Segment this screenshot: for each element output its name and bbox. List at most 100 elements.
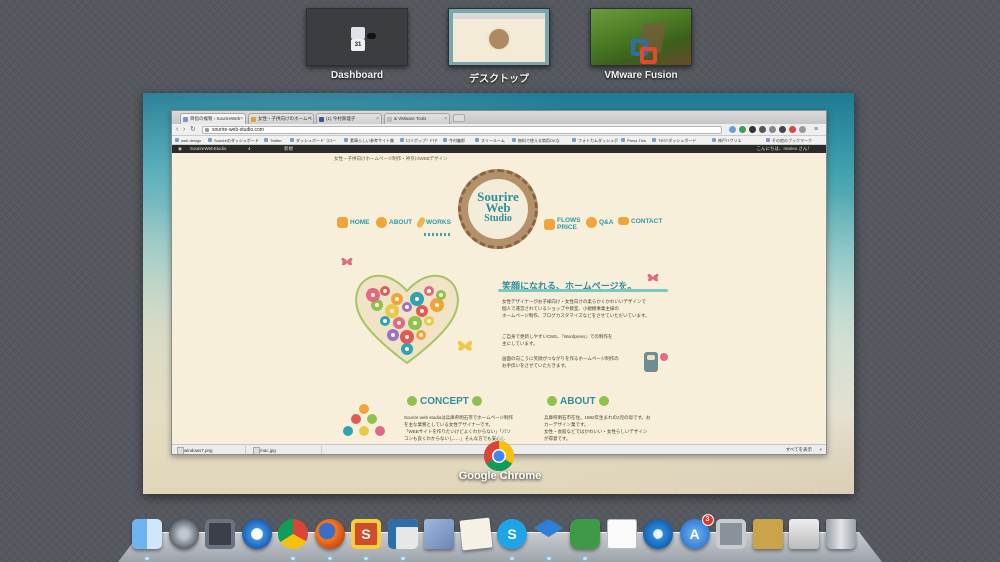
bookmark-item[interactable]: web design — [175, 136, 201, 144]
nav-works[interactable]: WORKS — [415, 216, 451, 229]
bookmark-item[interactable]: Press This — [621, 136, 646, 144]
itunes-icon[interactable]: ♪ — [641, 517, 675, 551]
show-all-downloads-link[interactable]: すべてを表示 — [786, 445, 812, 454]
evernote-icon-graphic — [570, 519, 600, 549]
extension-icon[interactable] — [799, 126, 806, 133]
widget-thumbnail — [351, 27, 365, 39]
wordpress-icon[interactable]: ◉ — [178, 145, 182, 153]
browser-tab[interactable]: & VMware Tools × — [384, 113, 450, 124]
extension-icon[interactable] — [729, 126, 736, 133]
bookmark-item[interactable]: TESTダッシュボード — [652, 136, 696, 144]
transmit-icon[interactable] — [751, 517, 785, 551]
trash-icon[interactable] — [824, 517, 858, 551]
divider-dots — [424, 233, 452, 236]
chrome-icon[interactable] — [276, 517, 310, 551]
admin-site-name[interactable]: SourireWebStudio — [190, 145, 226, 153]
nav-about[interactable]: ABOUT — [376, 217, 412, 228]
menu-icon[interactable]: ≡ — [814, 125, 818, 135]
download-item[interactable]: windows7.png — [176, 446, 246, 454]
cms-paragraph: ご自身で更新しやすいCMS、『Wordpress』での制作を 主にしています。 — [502, 334, 613, 346]
close-tab-icon[interactable]: × — [240, 114, 243, 124]
browser-window[interactable]: 目指の複製 ‹ SourireWeb × 女性・子供向けのホームペ × (1) … — [171, 110, 827, 455]
admin-greeting[interactable]: こんにちは、marieo さん！ — [756, 145, 812, 153]
space-vmware-fusion[interactable]: VMware Fusion — [590, 8, 692, 81]
new-tab-button[interactable] — [453, 114, 465, 122]
browser-tab[interactable]: 女性・子供向けのホームペ × — [248, 113, 314, 124]
preview-icon-graphic — [424, 519, 454, 549]
tab-title: 女性・子供向けのホームペ — [258, 116, 312, 121]
bookmark-item[interactable]: 無料で使える商用OKな — [512, 136, 560, 144]
forward-icon[interactable]: › — [183, 125, 185, 135]
safari-icon-graphic — [241, 519, 272, 549]
browser-tab[interactable]: 目指の複製 ‹ SourireWeb × — [180, 113, 246, 124]
bookmark-item[interactable]: ロリポップ！FTP — [400, 136, 438, 144]
close-tab-icon[interactable]: × — [308, 114, 311, 124]
bookmark-item[interactable]: フォトカムダッシュボ — [572, 136, 618, 144]
close-download-bar-icon[interactable]: × — [819, 445, 822, 454]
extension-icon[interactable] — [769, 126, 776, 133]
tab-title: (1) 今村真理子 — [326, 116, 356, 121]
dashboard-thumbnail[interactable]: 31 — [306, 8, 408, 66]
bookmark-item[interactable]: Sourireのダッシュボード — [208, 136, 259, 144]
skype-icon[interactable]: S — [495, 517, 529, 551]
space-desktop[interactable]: デスクトップ — [448, 8, 550, 85]
nav-flows-price[interactable]: FLOWS PRICE — [544, 217, 580, 231]
reload-icon[interactable]: ↻ — [190, 125, 196, 135]
vmware-icon-graphic — [387, 519, 418, 549]
vmware-thumbnail[interactable] — [590, 8, 692, 66]
nav-home[interactable]: HOME — [337, 217, 370, 228]
close-tab-icon[interactable]: × — [444, 114, 447, 124]
extension-icon[interactable] — [739, 126, 746, 133]
download-item[interactable]: mac.jpg — [252, 446, 322, 454]
firefox-icon[interactable] — [313, 517, 347, 551]
launchpad-icon[interactable] — [167, 517, 201, 551]
back-icon[interactable]: ‹ — [176, 125, 178, 135]
preview-icon[interactable] — [422, 517, 456, 551]
extension-icon[interactable] — [759, 126, 766, 133]
chrome-app-icon — [483, 441, 515, 472]
butterfly-icon — [341, 257, 353, 266]
close-tab-icon[interactable]: × — [376, 114, 379, 124]
evernote-icon[interactable] — [568, 517, 602, 551]
extension-icon[interactable] — [749, 126, 756, 133]
downloads-stack-icon[interactable] — [787, 517, 821, 551]
running-indicator — [583, 557, 587, 560]
web-page: 女性・子供向けホームページ制作・神奈川WEBデザイン HOME ABOUT WO… — [172, 153, 826, 444]
sublime-icon[interactable]: S — [349, 517, 383, 551]
browser-tab[interactable]: (1) 今村真理子 × — [316, 113, 382, 124]
running-indicator — [364, 557, 368, 560]
space-label: デスクトップ — [469, 74, 529, 85]
bookmark-item[interactable]: スリールーム — [475, 136, 505, 144]
finder-icon[interactable] — [130, 517, 164, 551]
vmware-icon[interactable] — [386, 517, 420, 551]
nav-qa[interactable]: Q&A — [586, 217, 613, 228]
intro-paragraph: 女性デザイナーがお子様向け・女性向けの柔らかくかわいいデザインで 個人で運営され… — [502, 299, 650, 318]
safari-icon[interactable] — [240, 517, 274, 551]
system-preferences-icon[interactable] — [714, 517, 748, 551]
admin-new-link[interactable]: 新規 — [284, 145, 293, 153]
nav-contact[interactable]: CONTACT — [618, 217, 662, 225]
bookmark-item[interactable]: 神戸ITクリエ — [712, 136, 742, 144]
app-store-icon[interactable]: A3 — [678, 514, 714, 551]
bookmark-item[interactable]: 今村義郎 — [443, 136, 465, 144]
butterfly-icon — [457, 340, 473, 351]
dropbox-icon[interactable] — [532, 517, 566, 551]
desktop-thumbnail[interactable] — [448, 8, 550, 66]
space-dashboard[interactable]: 31 Dashboard — [306, 8, 408, 81]
bookmark-item[interactable]: 素晴らしい参考サイト集 — [344, 136, 394, 144]
heading-underline — [498, 289, 668, 292]
admin-updates-count[interactable]: 4 — [248, 145, 251, 153]
space-label: Dashboard — [330, 70, 384, 81]
address-bar[interactable]: sourire-web-studio.com — [202, 126, 722, 134]
running-indicator — [291, 557, 295, 560]
bookmark-item[interactable]: Twitter — [264, 136, 282, 144]
reminders-icon[interactable] — [605, 517, 639, 551]
mission-control-icon[interactable] — [203, 517, 237, 551]
site-logo[interactable]: Sourire Web Studio — [458, 169, 538, 249]
textedit-icon[interactable] — [459, 517, 493, 551]
extension-icon[interactable] — [789, 126, 796, 133]
chrome-window-preview[interactable]: 目指の複製 ‹ SourireWeb × 女性・子供向けのホームペ × (1) … — [143, 93, 854, 494]
bookmark-item[interactable]: その他のブックマーク — [766, 136, 812, 144]
bookmark-item[interactable]: ダッシュボード（ロー — [290, 136, 336, 144]
extension-icon[interactable] — [779, 126, 786, 133]
